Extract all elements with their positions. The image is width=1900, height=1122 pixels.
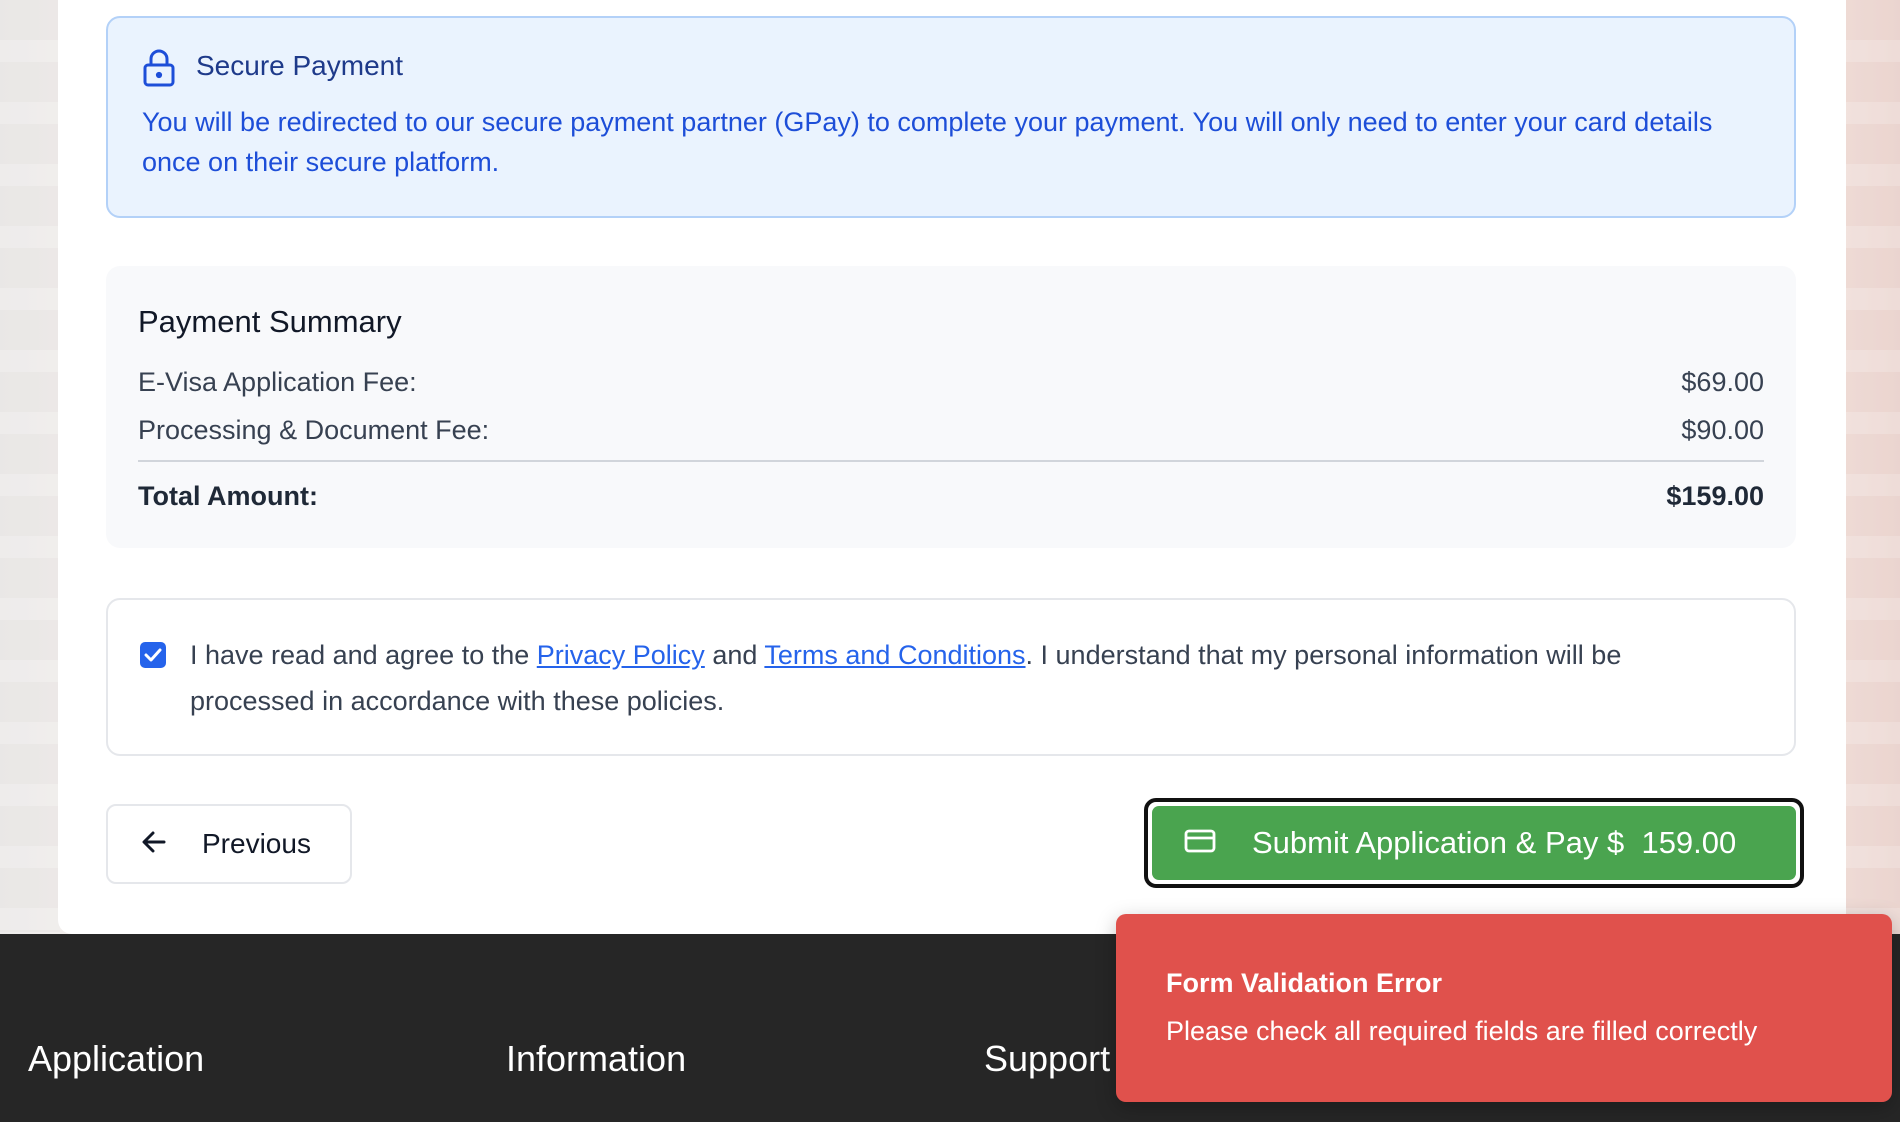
- credit-card-icon: [1184, 825, 1216, 861]
- footer-heading-information: Information: [506, 1038, 687, 1079]
- checkmark-icon: [144, 648, 162, 662]
- validation-error-toast[interactable]: Form Validation Error Please check all r…: [1116, 914, 1892, 1102]
- previous-button[interactable]: Previous: [106, 804, 352, 884]
- fee-amount: $90.00: [1681, 415, 1764, 445]
- submit-pay-button[interactable]: Submit Application & Pay $ 159.00: [1144, 798, 1804, 888]
- fee-row: Processing & Document Fee: $90.00: [138, 412, 1764, 448]
- privacy-policy-link[interactable]: Privacy Policy: [537, 640, 705, 670]
- agreement-text-middle: and: [704, 640, 765, 670]
- total-amount: $159.00: [1666, 481, 1764, 511]
- summary-divider: [138, 460, 1764, 462]
- secure-payment-notice: Secure Payment You will be redirected to…: [106, 16, 1796, 218]
- submit-button-label: Submit Application & Pay: [1252, 825, 1599, 860]
- agreement-checkbox[interactable]: [140, 642, 166, 668]
- toast-message: Please check all required fields are fil…: [1166, 1016, 1758, 1046]
- fee-row: E-Visa Application Fee: $69.00: [138, 364, 1764, 400]
- fee-label: Processing & Document Fee:: [138, 415, 490, 445]
- arrow-left-icon: [142, 828, 166, 860]
- secure-payment-description: You will be redirected to our secure pay…: [142, 107, 1713, 177]
- form-card: Secure Payment You will be redirected to…: [58, 0, 1846, 934]
- agreement-text-before: I have read and agree to the: [190, 640, 537, 670]
- lock-icon: [142, 48, 176, 88]
- total-label: Total Amount:: [138, 481, 318, 511]
- total-row: Total Amount: $159.00: [138, 478, 1764, 514]
- toast-title: Form Validation Error: [1166, 968, 1443, 998]
- terms-link[interactable]: Terms and Conditions: [764, 640, 1025, 670]
- previous-button-label: Previous: [202, 828, 311, 859]
- background-decoration-left: [0, 0, 60, 932]
- agreement-text: I have read and agree to the Privacy Pol…: [190, 632, 1744, 724]
- payment-summary-title: Payment Summary: [138, 304, 402, 339]
- submit-button-amount: $ 159.00: [1606, 825, 1737, 860]
- payment-summary: Payment Summary E-Visa Application Fee: …: [106, 266, 1796, 548]
- secure-payment-title: Secure Payment: [196, 50, 403, 81]
- fee-amount: $69.00: [1681, 367, 1764, 397]
- footer-heading-application: Application: [28, 1038, 205, 1079]
- agreement-box: I have read and agree to the Privacy Pol…: [106, 598, 1796, 756]
- footer-heading-support: Support: [984, 1038, 1111, 1079]
- background-decoration-right: [1840, 0, 1900, 932]
- fee-label: E-Visa Application Fee:: [138, 367, 417, 397]
